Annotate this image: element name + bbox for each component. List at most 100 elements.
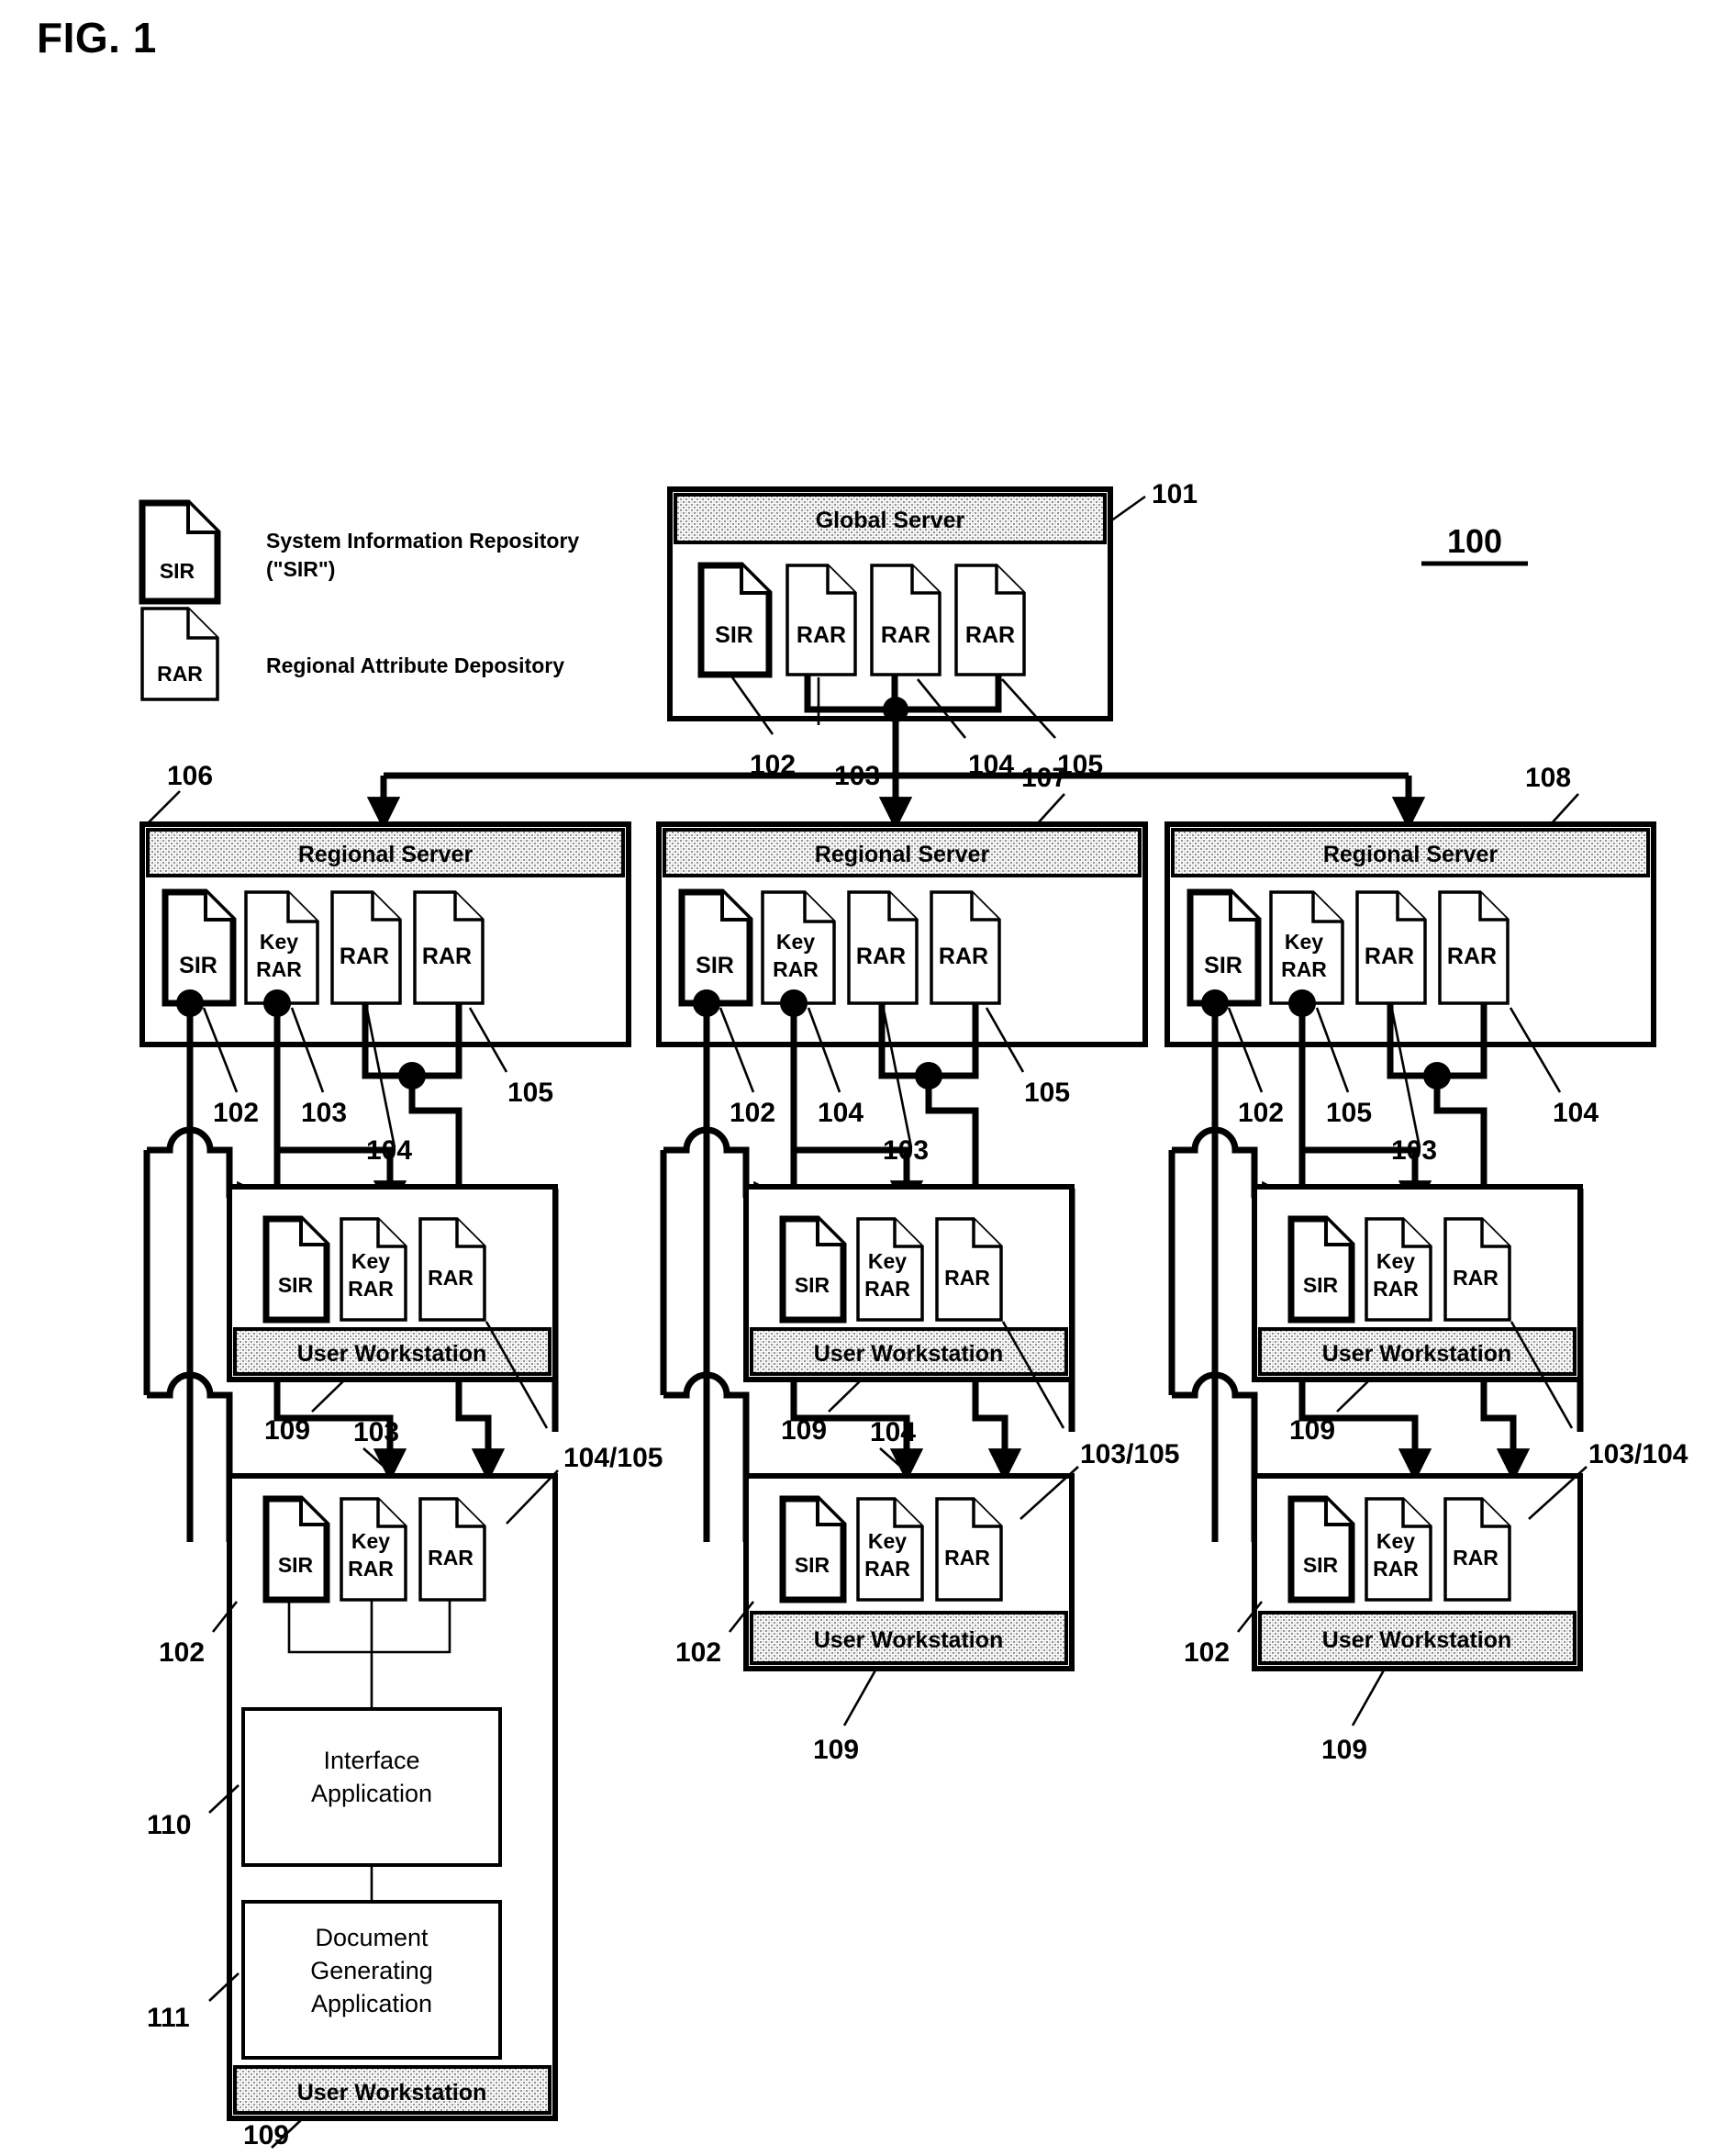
- regional-server-3-document-rar-2[interactable]: RAR: [1438, 890, 1510, 1005]
- ref-106: 106: [167, 761, 213, 791]
- ref-101: 101: [1152, 479, 1198, 509]
- ref-rs3-105: 105: [1326, 1098, 1372, 1128]
- global-server-document-rar-2[interactable]: RAR: [870, 564, 941, 676]
- ref-rs1-105: 105: [507, 1078, 553, 1108]
- ws1l-doc-2-label: RAR: [428, 1546, 474, 1570]
- regional-server-3-document-sir[interactable]: SIR: [1187, 888, 1262, 1007]
- global-server-doc-2-label: RAR: [881, 622, 930, 648]
- ws2l-doc-1-label-line2: RAR: [864, 1557, 910, 1581]
- rs3-doc-1-label-line2: RAR: [1281, 957, 1327, 981]
- rs3-doc-2-label: RAR: [1365, 944, 1414, 969]
- ws3l-title: User Workstation: [1322, 1627, 1512, 1653]
- ref-ws3l-103-104: 103/104: [1588, 1439, 1688, 1469]
- ws3u-document-sir[interactable]: SIR: [1287, 1215, 1355, 1324]
- ref-rs2-104: 104: [818, 1098, 864, 1128]
- ref-ws1l-109: 109: [243, 2120, 289, 2150]
- ref-ws1l-104-105: 104/105: [563, 1443, 663, 1473]
- global-server-doc-1-label: RAR: [797, 622, 846, 648]
- legend-rar-text-line1: Regional Attribute Depository: [266, 654, 564, 677]
- ws1u-doc-0-label: SIR: [278, 1273, 314, 1297]
- rs1-doc-1-label-line1: Key: [260, 930, 298, 954]
- ref-108: 108: [1525, 763, 1571, 793]
- regional-server-3-document-keyrar[interactable]: Key RAR: [1269, 890, 1344, 1005]
- regional-server-2-document-rar-2[interactable]: RAR: [930, 890, 1001, 1005]
- ref-ws2l-102: 102: [675, 1637, 721, 1668]
- rs2-doc-1-label-line2: RAR: [773, 957, 819, 981]
- docgen-app-line1: Document: [315, 1924, 429, 1951]
- regional-server-1-document-rar-2[interactable]: RAR: [413, 890, 485, 1005]
- ws3l-doc-1-label-line2: RAR: [1373, 1557, 1419, 1581]
- global-server-document-rar-1[interactable]: RAR: [786, 564, 857, 676]
- ref-ws1u-109: 109: [264, 1415, 310, 1446]
- ws2u-doc-2-label: RAR: [944, 1266, 990, 1290]
- regional-server-2-document-sir[interactable]: SIR: [678, 888, 753, 1007]
- ref-ws3l-102: 102: [1184, 1637, 1230, 1668]
- regional-server-3[interactable]: Regional Server SIR Key RAR RAR RAR 108 …: [1164, 763, 1656, 1184]
- ws3u-doc-0-label: SIR: [1303, 1273, 1339, 1297]
- ws2l-document-sir[interactable]: SIR: [779, 1495, 847, 1603]
- regional-server-1[interactable]: Regional Server SIR Key RAR RAR RAR 106 …: [139, 761, 631, 1184]
- interface-application-box[interactable]: Interface Application: [241, 1707, 502, 1867]
- rs3-doc-0-label: SIR: [1204, 953, 1242, 978]
- rs1-doc-3-label: RAR: [422, 944, 472, 969]
- ws2l-doc-2-label: RAR: [944, 1546, 990, 1570]
- ws1u-document-sir[interactable]: SIR: [262, 1215, 330, 1324]
- ws2u-doc-1-label-line2: RAR: [864, 1277, 910, 1301]
- ws2u-doc-0-label: SIR: [795, 1273, 830, 1297]
- ws2l-doc-0-label: SIR: [795, 1553, 830, 1577]
- regional-server-1-document-sir[interactable]: SIR: [162, 888, 237, 1007]
- regional-server-1-document-keyrar[interactable]: Key RAR: [244, 890, 319, 1005]
- ref-rs1-103: 103: [301, 1098, 347, 1128]
- ref-rs3-104: 104: [1553, 1098, 1599, 1128]
- ref-ws2l-104: 104: [870, 1417, 916, 1447]
- regional-server-2-title: Regional Server: [815, 842, 990, 867]
- user-workstation-3-lower[interactable]: SIR Key RAR RAR User Workstation 102 103…: [1184, 1439, 1688, 1765]
- ws2u-document-sir[interactable]: SIR: [779, 1215, 847, 1324]
- docgen-app-line3: Application: [311, 1990, 432, 2017]
- regional-server-1-document-rar-1[interactable]: RAR: [330, 890, 402, 1005]
- interface-app-line1: Interface: [323, 1747, 419, 1774]
- ws1u-doc-1-label-line1: Key: [351, 1249, 390, 1273]
- legend-rar-icon-label: RAR: [157, 662, 203, 686]
- rs1-doc-0-label: SIR: [179, 953, 217, 978]
- ref-rs1-102: 102: [213, 1098, 259, 1128]
- ref-ws3l-109: 109: [1321, 1735, 1367, 1765]
- ws3l-document-sir[interactable]: SIR: [1287, 1495, 1355, 1603]
- ws1u-title: User Workstation: [297, 1341, 487, 1367]
- ws1u-doc-2-label: RAR: [428, 1266, 474, 1290]
- global-server-document-sir[interactable]: SIR: [697, 562, 773, 678]
- system-ref-text: 100: [1447, 522, 1502, 560]
- regional-server-3-document-rar-1[interactable]: RAR: [1355, 890, 1427, 1005]
- ref-rs3-102: 102: [1238, 1098, 1284, 1128]
- rs3-doc-1-label-line1: Key: [1285, 930, 1323, 954]
- ws1l-doc-1-label-line2: RAR: [348, 1557, 394, 1581]
- regional-server-2[interactable]: Regional Server SIR Key RAR RAR RAR 107 …: [656, 763, 1148, 1184]
- regional-server-2-document-rar-1[interactable]: RAR: [847, 890, 919, 1005]
- legend-sir-text-line2: ("SIR"): [266, 557, 335, 581]
- document-generating-application-box[interactable]: Document Generating Application: [241, 1900, 502, 2060]
- legend-sir-icon-label: SIR: [160, 559, 195, 583]
- ref-ws2u-109: 109: [781, 1415, 827, 1446]
- ws1l-document-sir[interactable]: SIR: [262, 1495, 330, 1603]
- ref-ws2l-109: 109: [813, 1735, 859, 1765]
- global-server-doc-0-label: SIR: [715, 622, 753, 648]
- user-workstation-2-lower[interactable]: SIR Key RAR RAR User Workstation 102 104…: [675, 1417, 1179, 1765]
- ws2u-title: User Workstation: [814, 1341, 1004, 1367]
- global-server-document-rar-3[interactable]: RAR: [954, 564, 1026, 676]
- regional-server-1-title: Regional Server: [298, 842, 474, 867]
- system-reference-100: 100: [1421, 522, 1528, 566]
- user-workstation-1-lower[interactable]: SIR Key RAR RAR Interface Application Do…: [147, 1417, 663, 2150]
- regional-server-2-document-keyrar[interactable]: Key RAR: [761, 890, 836, 1005]
- ws3u-doc-2-label: RAR: [1453, 1266, 1499, 1290]
- ws1l-doc-0-label: SIR: [278, 1553, 314, 1577]
- ws3l-doc-1-label-line1: Key: [1376, 1529, 1415, 1553]
- rs1-doc-1-label-line2: RAR: [256, 957, 302, 981]
- ws3l-doc-0-label: SIR: [1303, 1553, 1339, 1577]
- legend-sir-text-line1: System Information Repository: [266, 529, 579, 553]
- regional-server-3-title: Regional Server: [1323, 842, 1499, 867]
- ref-rs2-102: 102: [730, 1098, 775, 1128]
- ref-111: 111: [147, 2003, 190, 2033]
- global-server[interactable]: Global Server SIR RAR RAR RAR 101 102 10…: [667, 479, 1198, 791]
- ws2u-doc-1-label-line1: Key: [868, 1249, 907, 1273]
- rs2-doc-1-label-line1: Key: [776, 930, 815, 954]
